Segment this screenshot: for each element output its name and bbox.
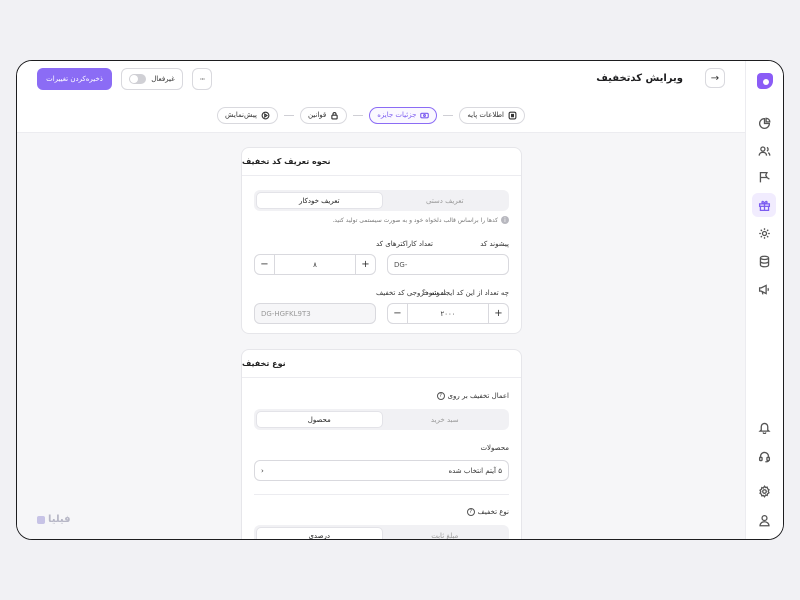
chars-stepper[interactable]: − ۸ +: [254, 254, 376, 275]
back-button[interactable]: →: [705, 68, 725, 88]
sidebar-item-database[interactable]: [752, 249, 776, 273]
sidebar-item-profile[interactable]: [752, 508, 776, 532]
help-icon[interactable]: ?: [466, 508, 475, 516]
card-title: نوع تخفیف: [242, 350, 521, 378]
top-bar: → ویرایش کدتخفیف ذخیره‌کردن تغییرات غیرف…: [17, 61, 745, 133]
discount-type-label: نوع تخفیف ?: [466, 508, 509, 516]
prefix-input[interactable]: DG-: [387, 254, 509, 275]
stepper-nav: اطلاعات پایه جزئیات جایزه قوانین پیش‌نما…: [17, 106, 745, 124]
list-icon: [508, 111, 517, 119]
definition-hint: i کدها را براساس قالب دلخواه خود و به صو…: [332, 216, 509, 224]
status-toggle[interactable]: غیرفعال: [121, 68, 183, 90]
step-reward-details[interactable]: جزئیات جایزه: [369, 106, 438, 124]
sidebar-item-dashboard[interactable]: [752, 111, 776, 135]
sample-label: نمونه خروجی کد تخفیف: [376, 289, 447, 297]
headset-icon: [758, 451, 770, 462]
products-label: محصولات: [480, 444, 509, 452]
sample-output-field: DG-HGFKL9T3: [254, 303, 376, 324]
seg-auto[interactable]: تعریف خودکار: [256, 192, 383, 209]
gift-icon: [758, 200, 770, 211]
app-logo-icon: [757, 73, 773, 89]
sidebar-item-notifications[interactable]: [752, 415, 776, 439]
seg-manual[interactable]: تعریف دستی: [383, 192, 508, 209]
gear-icon: [758, 484, 770, 498]
products-select[interactable]: › ۵ آیتم انتخاب شده: [254, 460, 509, 481]
chars-value[interactable]: ۸: [275, 255, 355, 274]
card-title: نحوه تعریف کد تخفیف: [242, 148, 521, 176]
definition-mode-segmented: تعریف دستی تعریف خودکار: [254, 190, 509, 211]
seg-percent[interactable]: درصدی: [256, 527, 383, 539]
page-title: ویرایش کدتخفیف: [596, 73, 683, 84]
database-icon: [759, 255, 769, 267]
step-preview[interactable]: پیش‌نمایش: [216, 106, 278, 124]
bell-icon: [757, 422, 771, 434]
sidebar-item-rewards[interactable]: [752, 193, 776, 217]
plus-button[interactable]: +: [488, 304, 508, 323]
definition-card: نحوه تعریف کد تخفیف تعریف دستی تعریف خود…: [241, 147, 522, 334]
arrow-right-icon: →: [710, 72, 720, 84]
brand-watermark: فیلیا: [37, 514, 71, 525]
discount-type-label-text: نوع تخفیف: [477, 508, 509, 516]
step-label: قوانین: [307, 111, 327, 119]
chevron-left-icon: ›: [261, 466, 264, 475]
step-divider: [353, 114, 364, 116]
save-changes-button[interactable]: ذخیره‌کردن تغییرات: [37, 68, 112, 90]
apply-label: اعمال تخفیف بر روی ?: [436, 392, 509, 400]
minus-button[interactable]: −: [388, 304, 408, 323]
seg-cart[interactable]: سبد خرید: [383, 411, 508, 428]
seg-fixed[interactable]: مبلغ ثابت: [383, 527, 508, 540]
flag-icon: [759, 171, 770, 182]
status-label: غیرفعال: [151, 75, 175, 83]
step-basic-info[interactable]: اطلاعات پایه: [459, 106, 526, 124]
hint-text: کدها را براساس قالب دلخواه خود و به صورت…: [332, 216, 498, 224]
app-window: → ویرایش کدتخفیف ذخیره‌کردن تغییرات غیرف…: [16, 60, 784, 540]
step-divider: [443, 114, 454, 116]
minus-button[interactable]: −: [255, 255, 275, 274]
discount-type-card: نوع تخفیف اعمال تخفیف بر روی ? سبد خرید …: [241, 349, 522, 540]
sidebar-item-users[interactable]: [752, 139, 776, 163]
prefix-label: پیشوند کد: [480, 240, 509, 248]
products-value: ۵ آیتم انتخاب شده: [448, 466, 502, 475]
step-label: پیش‌نمایش: [224, 111, 257, 119]
help-icon[interactable]: ?: [436, 392, 445, 400]
sidebar-item-settings[interactable]: [752, 479, 776, 503]
play-icon: [261, 111, 270, 119]
apply-on-segmented: سبد خرید محصول: [254, 409, 509, 430]
megaphone-icon: [758, 283, 769, 295]
toggle-switch[interactable]: [129, 74, 147, 84]
section-divider: [254, 494, 509, 495]
count-stepper[interactable]: − ۲۰۰۰ +: [387, 303, 509, 324]
users-icon: [758, 145, 770, 156]
apply-label-text: اعمال تخفیف بر روی: [447, 392, 509, 400]
sidebar-item-campaigns[interactable]: [752, 165, 776, 189]
cog-drop-icon: [758, 227, 770, 239]
sidebar-item-announcements[interactable]: [752, 277, 776, 301]
seg-product[interactable]: محصول: [256, 411, 383, 428]
discount-type-segmented: مبلغ ثابت درصدی: [254, 525, 509, 540]
more-icon: ···: [199, 74, 206, 84]
step-label: جزئیات جایزه: [377, 111, 417, 119]
lock-icon: [331, 111, 338, 119]
sidebar: [745, 61, 783, 539]
sidebar-item-support[interactable]: [752, 444, 776, 468]
brand-name: فیلیا: [48, 514, 71, 525]
chars-label: تعداد کاراکترهای کد: [376, 240, 433, 248]
step-divider: [283, 114, 294, 116]
step-rules[interactable]: قوانین: [299, 106, 348, 124]
main-content: نحوه تعریف کد تخفیف تعریف دستی تعریف خود…: [17, 133, 745, 539]
brand-logo-icon: [37, 515, 45, 524]
ticket-icon: [420, 112, 430, 118]
user-icon: [758, 514, 770, 526]
more-options-button[interactable]: ···: [192, 68, 212, 90]
info-icon: i: [501, 216, 509, 224]
plus-button[interactable]: +: [355, 255, 375, 274]
count-value[interactable]: ۲۰۰۰: [408, 304, 488, 323]
sidebar-item-settings-globe[interactable]: [752, 221, 776, 245]
step-label: اطلاعات پایه: [467, 111, 505, 119]
pie-chart-icon: [758, 117, 770, 129]
